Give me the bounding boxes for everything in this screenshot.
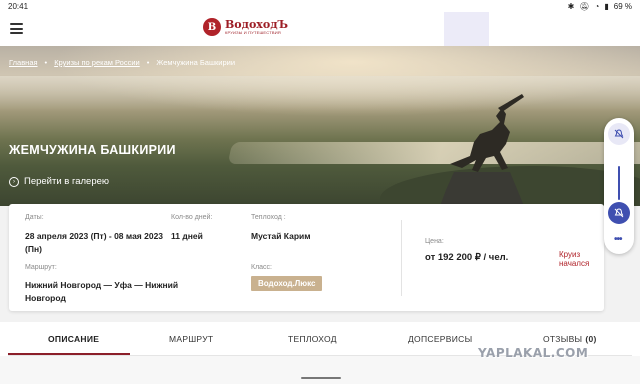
dates-label: Даты: [25, 214, 44, 221]
tab-ship[interactable]: ТЕПЛОХОД [288, 334, 337, 344]
days-label: Кол-во дней: [171, 214, 213, 221]
home-indicator[interactable] [301, 377, 341, 379]
logo-name: ВодоходЪ [225, 17, 289, 31]
app-header: В ВодоходЪ КРУИЗЫ И ПУТЕШЕСТВИЯ [0, 12, 640, 46]
price-value: от 192 200 ₽ / чел. [425, 252, 509, 263]
notifications-off-icon[interactable] [608, 123, 630, 145]
status-time: 20:41 [8, 1, 29, 11]
class-label: Класс: [251, 264, 272, 271]
mute-icon: 🔕︎ [579, 1, 590, 11]
page-title: ЖЕМЧУЖИНА БАШКИРИИ [9, 143, 176, 157]
volume-slider[interactable] [618, 166, 620, 200]
battery-icon: ▮ [604, 1, 609, 11]
ship-label: Теплоход : [251, 214, 286, 221]
monument-silhouette [440, 94, 524, 206]
logo-subtitle: КРУИЗЫ И ПУТЕШЕСТВИЯ [225, 29, 281, 35]
cruise-info-card: Даты: 28 апреля 2023 (Пт) - 08 мая 2023 … [9, 204, 604, 311]
battery-level: 69 % [613, 1, 632, 11]
content-area [0, 356, 640, 384]
brand-logo[interactable]: В ВодоходЪ КРУИЗЫ И ПУТЕШЕСТВИЯ [203, 18, 288, 36]
days-value: 11 дней [171, 231, 203, 241]
reviews-count-badge: (0) [585, 334, 597, 344]
breadcrumb-cruises[interactable]: Круизы по рекам России [54, 58, 140, 67]
wifi-icon: ◔ [594, 1, 600, 11]
gallery-link[interactable]: › Перейти в галерею [9, 176, 109, 187]
river-illustration [227, 142, 640, 164]
hamburger-menu-icon[interactable] [10, 23, 23, 34]
tab-description[interactable]: ОПИСАНИЕ [48, 334, 99, 344]
header-highlight [444, 12, 489, 46]
breadcrumb-home[interactable]: Главная [9, 58, 38, 67]
tab-reviews[interactable]: ОТЗЫВЫ (0) [543, 334, 597, 344]
dates-value: 28 апреля 2023 (Пт) - 08 мая 2023 (Пн) [25, 231, 164, 254]
hero-banner: Главная • Круизы по рекам России • Жемчу… [0, 46, 640, 206]
status-bar: 20:41 ✱ 🔕︎ ◔ ▮ 69 % [0, 0, 640, 12]
cruise-status-badge: Круиз начался [557, 250, 604, 268]
tab-route[interactable]: МАРШРУТ [169, 334, 213, 344]
logo-mark: В [203, 18, 221, 36]
floating-control-panel: ••• [604, 118, 634, 254]
breadcrumb: Главная • Круизы по рекам России • Жемчу… [9, 58, 236, 67]
chevron-right-icon: › [9, 176, 19, 187]
tab-extra-services[interactable]: ДОПСЕРВИСЫ [408, 334, 472, 344]
mute-toggle-icon[interactable] [608, 202, 630, 224]
price-label: Цена: [425, 238, 444, 245]
card-divider [401, 220, 402, 296]
status-icons: ✱ 🔕︎ ◔ ▮ 69 % [568, 2, 632, 11]
route-value: Нижний Новгород — Уфа — Нижний Новгород [25, 280, 179, 303]
breadcrumb-current: Жемчужина Башкирии [156, 58, 236, 67]
route-label: Маршрут: [25, 264, 57, 271]
gallery-link-label: Перейти в галерею [24, 176, 110, 187]
ship-value[interactable]: Мустай Карим [251, 230, 311, 243]
bluetooth-icon: ✱ [567, 1, 575, 11]
class-badge: Водоход.Люкс [251, 276, 323, 291]
tab-reviews-label: ОТЗЫВЫ [543, 334, 583, 344]
watermark: YAPLAKAL.COM [478, 346, 589, 360]
more-options-icon[interactable]: ••• [614, 234, 622, 245]
